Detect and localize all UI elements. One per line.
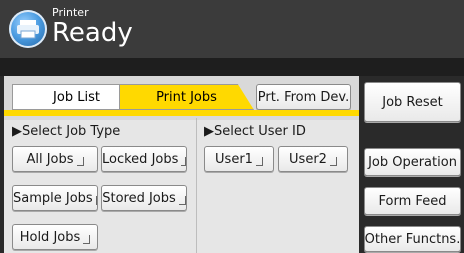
button-label: Job Reset bbox=[382, 94, 443, 110]
button-label: Job Operation bbox=[368, 154, 457, 170]
tab-label: Prt. From Dev. bbox=[257, 89, 350, 105]
button-label: User1 bbox=[215, 151, 253, 167]
button-label: All Jobs bbox=[26, 151, 74, 167]
select-job-type-label: ▶Select Job Type bbox=[12, 124, 121, 139]
tab-print-jobs[interactable]: Print Jobs bbox=[119, 84, 254, 110]
all-jobs-button[interactable]: All Jobs bbox=[12, 146, 98, 172]
tab-print-from-device[interactable]: Prt. From Dev. bbox=[256, 84, 351, 110]
status-text: Ready bbox=[52, 18, 133, 48]
button-label: Stored Jobs bbox=[102, 190, 176, 206]
job-operation-button[interactable]: Job Operation bbox=[364, 148, 461, 176]
sample-jobs-button[interactable]: Sample Jobs bbox=[12, 185, 98, 211]
button-label: Other Functns. bbox=[364, 231, 461, 247]
locked-jobs-button[interactable]: Locked Jobs bbox=[101, 146, 187, 172]
button-label: Hold Jobs bbox=[19, 229, 81, 245]
user2-button[interactable]: User2 bbox=[278, 146, 348, 172]
button-label: Locked Jobs bbox=[102, 151, 179, 167]
user1-button[interactable]: User1 bbox=[204, 146, 274, 172]
tab-label: Print Jobs bbox=[156, 89, 217, 105]
header-strip bbox=[0, 58, 464, 76]
other-functions-button[interactable]: Other Functns. bbox=[364, 226, 461, 252]
button-label: User2 bbox=[289, 151, 327, 167]
hold-jobs-button[interactable]: Hold Jobs bbox=[12, 224, 98, 250]
active-tab-bar bbox=[4, 110, 359, 116]
button-label: Form Feed bbox=[378, 193, 447, 209]
job-reset-button[interactable]: Job Reset bbox=[364, 82, 461, 122]
section-divider bbox=[196, 118, 197, 253]
tab-label: Job List bbox=[53, 89, 100, 105]
stored-jobs-button[interactable]: Stored Jobs bbox=[101, 185, 187, 211]
select-user-id-label: ▶Select User ID bbox=[204, 124, 306, 139]
printer-icon bbox=[9, 10, 47, 48]
form-feed-button[interactable]: Form Feed bbox=[364, 187, 461, 215]
button-label: Sample Jobs bbox=[13, 190, 93, 206]
